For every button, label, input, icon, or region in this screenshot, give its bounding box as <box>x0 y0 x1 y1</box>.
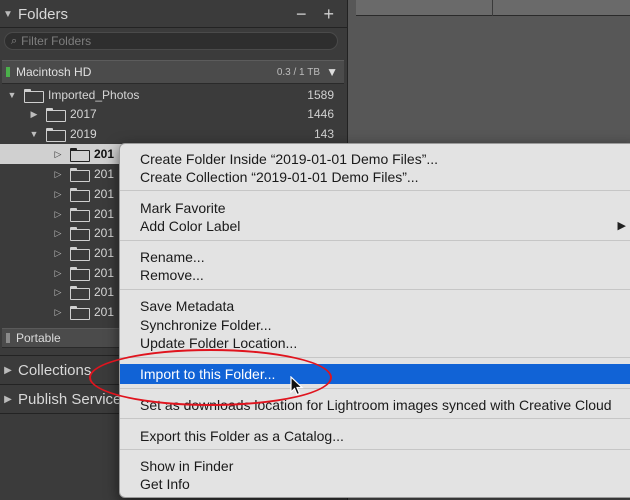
folders-panel-title: Folders <box>18 5 69 23</box>
menu-item-get-info[interactable]: Get Info <box>120 474 630 493</box>
collapsed-triangle-icon[interactable]: ▷ <box>52 149 64 160</box>
mouse-pointer-icon <box>290 376 304 396</box>
folder-row-2019[interactable]: ▼ 2019 143 <box>0 124 348 144</box>
folders-panel-header[interactable]: ▼ Folders − + <box>0 0 348 28</box>
menu-separator <box>120 240 630 241</box>
folder-label: 2019 <box>70 127 97 141</box>
folder-label: 201 <box>94 266 115 280</box>
collapsed-triangle-icon[interactable]: ▷ <box>52 248 64 259</box>
folder-icon <box>70 227 90 241</box>
collapsed-triangle-icon[interactable]: ▷ <box>52 169 64 180</box>
collections-panel-title: Collections <box>18 361 92 379</box>
folder-count: 1446 <box>307 107 334 121</box>
collapsed-triangle-icon[interactable]: ▷ <box>52 228 64 239</box>
folder-icon <box>70 306 90 320</box>
collapsed-triangle-icon[interactable]: ▷ <box>52 287 64 298</box>
folder-icon <box>70 168 90 182</box>
menu-item-add-color-label[interactable]: Add Color Label ▶ <box>120 216 630 235</box>
collapsed-triangle-icon[interactable]: ▷ <box>52 189 64 200</box>
menu-item-rename[interactable]: Rename... <box>120 247 630 266</box>
filter-placeholder: Filter Folders <box>21 34 92 48</box>
expanded-triangle-icon[interactable]: ▼ <box>28 129 40 139</box>
menu-separator <box>120 449 630 450</box>
menu-item-create-collection[interactable]: Create Collection “2019-01-01 Demo Files… <box>120 167 630 186</box>
menu-separator <box>120 418 630 419</box>
volume-status-led <box>6 333 10 343</box>
search-icon: ⌕ <box>11 34 18 47</box>
folder-icon <box>46 128 66 142</box>
collapse-triangle-icon[interactable]: ▼ <box>0 9 16 20</box>
volume-capacity: 0.3 / 1 TB <box>276 66 320 78</box>
folder-icon <box>70 267 90 281</box>
menu-separator <box>120 190 630 191</box>
folder-label: 201 <box>94 187 115 201</box>
folder-label: 201 <box>94 207 115 221</box>
folder-icon <box>70 247 90 261</box>
folder-label: 201 <box>94 167 115 181</box>
volume-dropdown-icon[interactable]: ▼ <box>326 65 338 79</box>
folder-row-2017[interactable]: ▶ 2017 1446 <box>0 104 348 124</box>
expanded-triangle-icon[interactable]: ▼ <box>6 90 18 100</box>
folder-icon <box>46 108 66 122</box>
menu-separator <box>120 289 630 290</box>
filmstrip-header <box>356 0 630 16</box>
collapsed-triangle-icon[interactable]: ▶ <box>0 365 16 376</box>
submenu-arrow-icon: ▶ <box>617 220 626 232</box>
add-remove-folder-controls[interactable]: − + <box>296 4 340 25</box>
menu-item-show-in-finder[interactable]: Show in Finder <box>120 456 630 475</box>
collapsed-triangle-icon[interactable]: ▶ <box>28 109 40 120</box>
volume-status-led <box>6 67 10 77</box>
collapsed-triangle-icon[interactable]: ▷ <box>52 307 64 318</box>
folder-label: 201 <box>94 147 115 161</box>
volume-name: Macintosh HD <box>16 65 92 79</box>
volume-macintosh-hd[interactable]: Macintosh HD 0.3 / 1 TB ▼ <box>2 60 344 84</box>
folder-icon <box>70 208 90 222</box>
folder-label: 2017 <box>70 107 97 121</box>
folder-context-menu: Create Folder Inside “2019-01-01 Demo Fi… <box>119 143 630 498</box>
folder-icon <box>70 286 90 300</box>
folder-label: 201 <box>94 226 115 240</box>
folder-label: 201 <box>94 305 115 319</box>
folder-icon <box>70 188 90 202</box>
collapsed-triangle-icon[interactable]: ▶ <box>0 394 16 405</box>
menu-item-remove[interactable]: Remove... <box>120 265 630 284</box>
folder-label: Imported_Photos <box>48 88 140 102</box>
folder-icon <box>24 89 44 103</box>
folder-label: 201 <box>94 246 115 260</box>
divider <box>492 0 493 16</box>
folder-label: 201 <box>94 285 115 299</box>
menu-item-create-folder-inside[interactable]: Create Folder Inside “2019-01-01 Demo Fi… <box>120 149 630 168</box>
divider <box>0 27 348 28</box>
collapsed-triangle-icon[interactable]: ▷ <box>52 268 64 279</box>
collapsed-triangle-icon[interactable]: ▷ <box>52 209 64 220</box>
volume-name: Portable <box>16 331 61 345</box>
folder-count: 143 <box>313 127 334 141</box>
menu-item-mark-favorite[interactable]: Mark Favorite <box>120 198 630 217</box>
menu-item-label: Add Color Label <box>140 217 241 234</box>
filter-folders-input[interactable]: ⌕ Filter Folders <box>4 32 338 50</box>
folder-icon <box>70 148 90 162</box>
folder-row-imported-photos[interactable]: ▼ Imported_Photos 1589 <box>0 85 348 105</box>
folder-count: 1589 <box>307 88 334 102</box>
menu-item-save-metadata[interactable]: Save Metadata <box>120 296 630 315</box>
menu-item-export-as-catalog[interactable]: Export this Folder as a Catalog... <box>120 426 630 445</box>
menu-item-synchronize-folder[interactable]: Synchronize Folder... <box>120 315 630 334</box>
